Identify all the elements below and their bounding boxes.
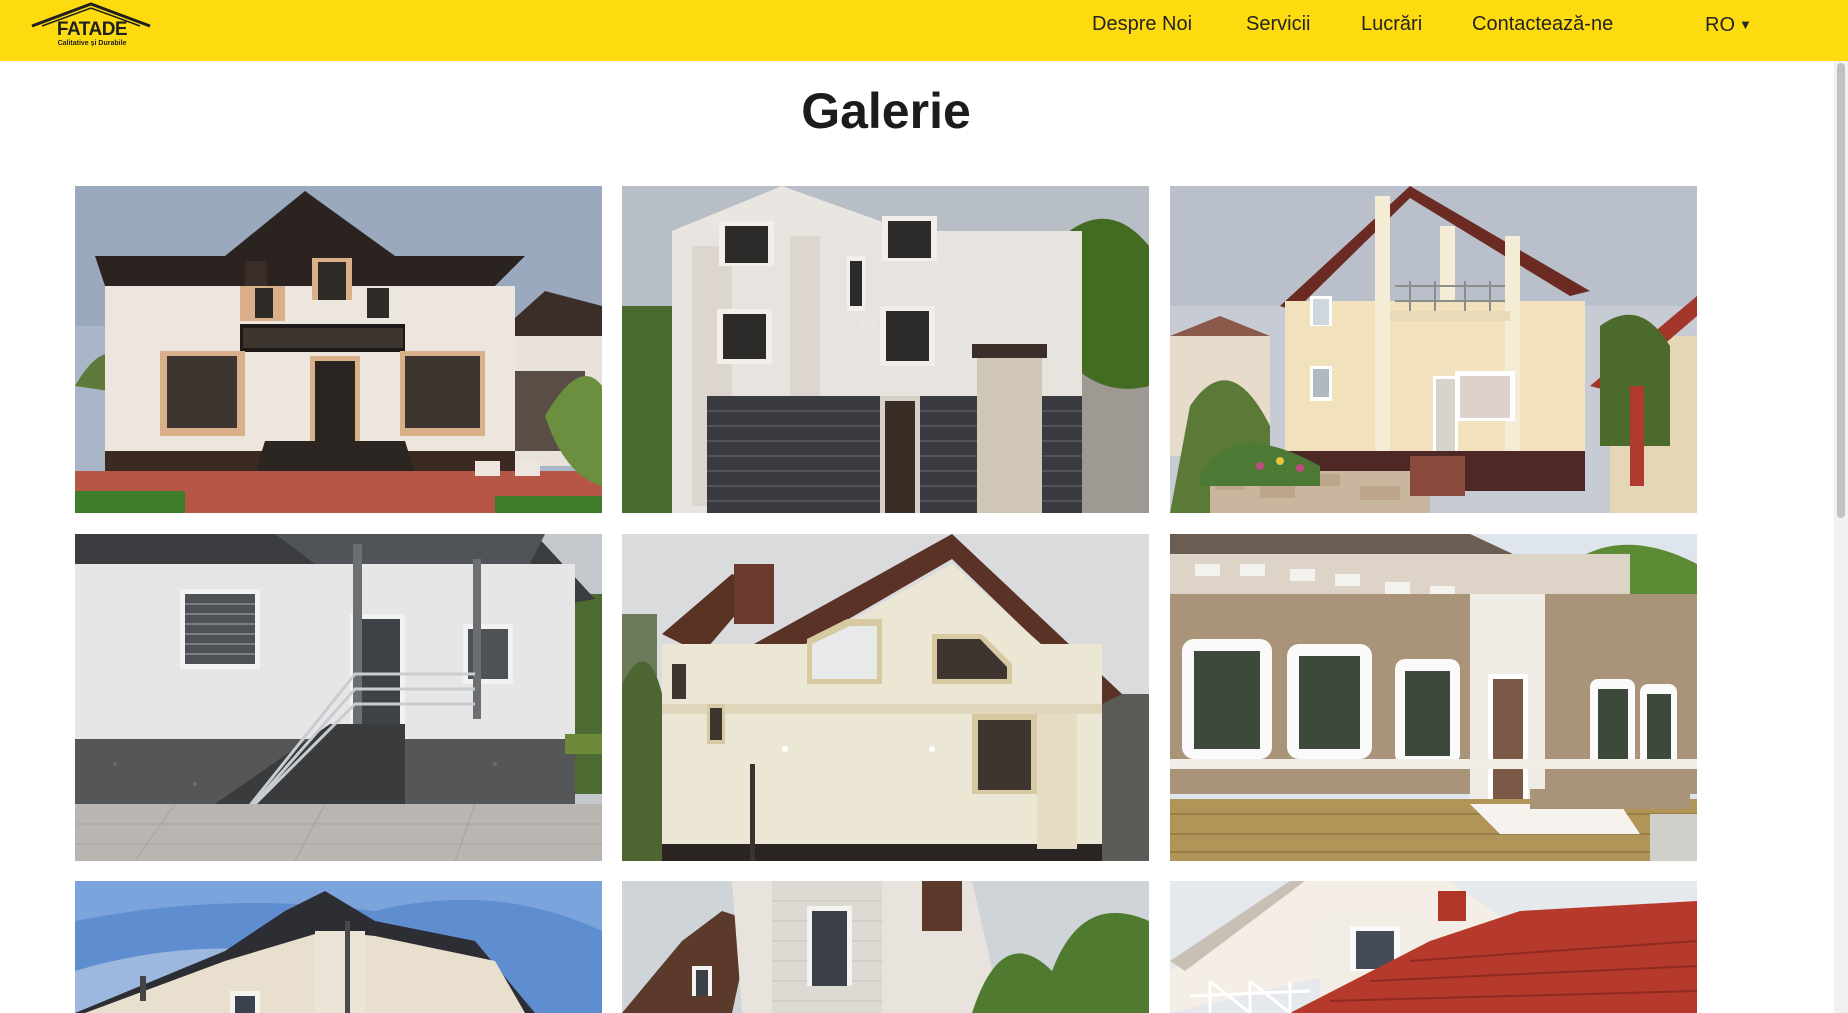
scrollbar-thumb[interactable] bbox=[1837, 63, 1845, 518]
logo-text: FATADE bbox=[56, 19, 128, 40]
house-photo-icon bbox=[1170, 186, 1697, 513]
gallery-photo-6[interactable] bbox=[1170, 534, 1697, 861]
language-code: RO bbox=[1705, 14, 1735, 36]
site-logo[interactable]: FATADE Calitative și Durabile bbox=[30, 2, 152, 52]
nav-contact[interactable]: Contactează-ne bbox=[1472, 13, 1613, 36]
gallery-photo-7[interactable] bbox=[75, 881, 602, 1013]
house-photo-icon bbox=[1170, 881, 1697, 1013]
gallery-photo-4[interactable] bbox=[75, 534, 602, 861]
gallery-photo-5[interactable] bbox=[622, 534, 1149, 861]
house-photo-icon bbox=[622, 534, 1149, 861]
top-navbar: FATADE Calitative și Durabile Despre Noi… bbox=[0, 0, 1848, 61]
gallery-photo-8[interactable] bbox=[622, 881, 1149, 1013]
logo-tagline: Calitative și Durabile bbox=[57, 40, 127, 47]
nav-servicii[interactable]: Servicii bbox=[1246, 13, 1310, 36]
nav-lucrari[interactable]: Lucrări bbox=[1361, 13, 1422, 36]
house-photo-icon bbox=[622, 186, 1149, 513]
page-scrollbar[interactable] bbox=[1834, 61, 1848, 1013]
house-photo-icon bbox=[75, 881, 602, 1013]
language-selector[interactable]: RO ▼ bbox=[1705, 14, 1752, 37]
house-photo-icon bbox=[1170, 534, 1697, 861]
gallery-photo-3[interactable] bbox=[1170, 186, 1697, 513]
house-photo-icon bbox=[75, 534, 602, 861]
chevron-down-icon: ▼ bbox=[1739, 17, 1752, 32]
gallery-photo-9[interactable] bbox=[1170, 881, 1697, 1013]
house-photo-icon bbox=[622, 881, 1149, 1013]
nav-despre-noi[interactable]: Despre Noi bbox=[1092, 13, 1192, 36]
gallery-photo-2[interactable] bbox=[622, 186, 1149, 513]
house-photo-icon bbox=[75, 186, 602, 513]
page-title: Galerie bbox=[801, 83, 971, 139]
gallery-photo-1[interactable] bbox=[75, 186, 602, 513]
